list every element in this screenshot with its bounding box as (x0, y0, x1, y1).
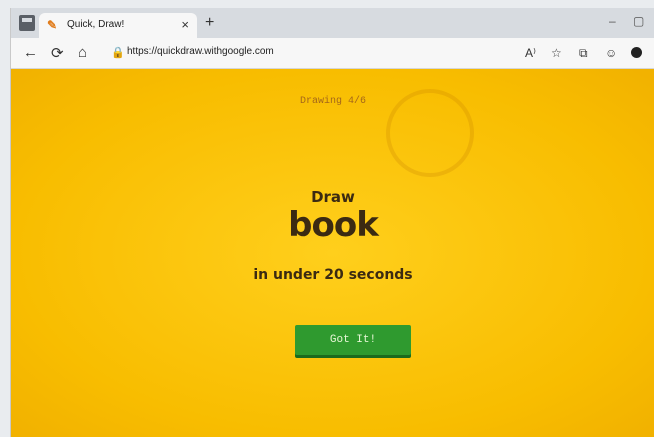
browser-tab[interactable]: ✎ Quick, Draw! × (39, 13, 197, 38)
reload-icon[interactable]: ⟳ (51, 44, 64, 62)
drawing-prompt-word: book (288, 205, 379, 245)
got-it-button[interactable]: Got It! (295, 325, 411, 355)
browser-toolbar: ← ⟳ ⌂ 🔒 https://quickdraw.withgoogle.com… (11, 38, 654, 69)
read-aloud-icon[interactable]: A⁾ (525, 46, 536, 60)
home-icon[interactable]: ⌂ (78, 44, 87, 61)
tab-title: Quick, Draw! (67, 19, 125, 30)
minimize-button[interactable]: – (609, 14, 616, 28)
quickdraw-icon: ✎ (47, 18, 58, 32)
lock-icon[interactable]: 🔒 (111, 46, 125, 59)
drawing-counter: Drawing 4/6 (299, 96, 366, 107)
collections-icon[interactable]: ⧉ (579, 46, 588, 61)
profile-avatar[interactable] (631, 47, 642, 58)
browser-window: ✎ Quick, Draw! × + – ▢ ← ⟳ ⌂ 🔒 https://q… (10, 8, 654, 437)
page-viewport: Drawing 4/6 Draw book in under 20 second… (11, 69, 654, 437)
extensions-icon[interactable]: ☺ (605, 46, 617, 60)
maximize-button[interactable]: ▢ (633, 14, 644, 28)
draw-label: Draw (311, 188, 355, 206)
back-icon[interactable]: ← (23, 44, 38, 61)
address-bar[interactable]: https://quickdraw.withgoogle.com (127, 46, 274, 57)
close-tab-icon[interactable]: × (181, 17, 189, 32)
time-limit-text: in under 20 seconds (253, 267, 413, 283)
window-menu-icon[interactable] (19, 15, 35, 31)
title-bar: ✎ Quick, Draw! × + – ▢ (11, 8, 654, 38)
favorite-icon[interactable]: ☆ (551, 46, 562, 60)
new-tab-button[interactable]: + (205, 14, 214, 32)
